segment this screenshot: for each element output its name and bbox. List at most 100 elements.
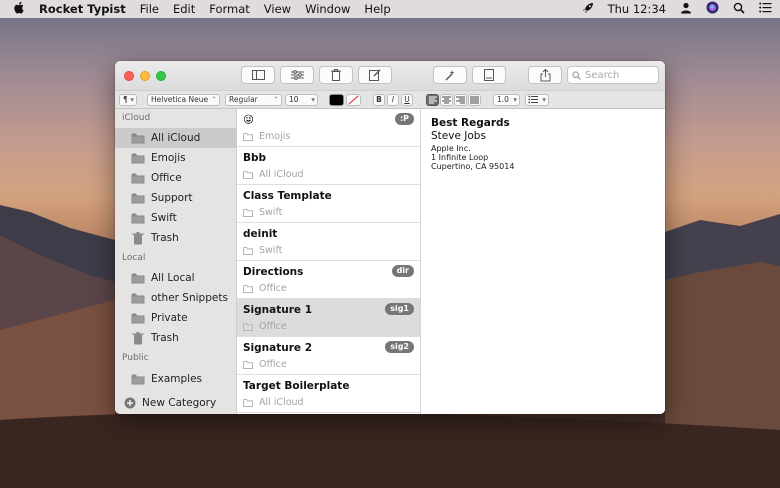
folder-icon	[243, 398, 253, 407]
snippet-folder: All iCloud	[243, 169, 304, 180]
snippet-folder-label: Office	[259, 321, 287, 332]
snippet-row[interactable]: Class Template Swift	[237, 185, 420, 223]
app-menu[interactable]: Rocket Typist	[32, 2, 133, 16]
menu-view[interactable]: View	[257, 2, 298, 16]
folder-icon	[131, 374, 145, 385]
snippet-row[interactable]: deinit Swift	[237, 223, 420, 261]
sidebar-item-label: other Snippets	[151, 292, 228, 304]
bold-button[interactable]: B	[373, 94, 385, 106]
magic-wand-button[interactable]	[433, 66, 467, 84]
notification-center-icon[interactable]	[759, 2, 772, 16]
new-snippet-button[interactable]	[358, 66, 392, 84]
zoom-button[interactable]	[156, 71, 166, 81]
sidebar-item-0-4[interactable]: Swift	[115, 208, 237, 228]
search-field[interactable]: Search	[567, 66, 659, 84]
snippet-row[interactable]: Signature 1 Office sig1	[237, 299, 420, 337]
user-icon[interactable]	[680, 2, 692, 17]
font-size-field[interactable]: 10 ▾	[285, 94, 318, 106]
font-family-popup[interactable]: Helvetica Neue ⌃	[147, 94, 220, 106]
align-center-button[interactable]	[440, 94, 453, 106]
share-button[interactable]	[528, 66, 562, 84]
signature-city: Cupertino, CA 95014	[431, 162, 515, 171]
snippet-row[interactable]: Bbb All iCloud	[237, 147, 420, 185]
sidebar-item-label: All iCloud	[151, 132, 201, 144]
menu-help[interactable]: Help	[357, 2, 397, 16]
sidebar-item-0-3[interactable]: Support	[115, 188, 237, 208]
sidebar-item-2-0[interactable]: Examples	[115, 369, 237, 389]
trash-icon	[331, 69, 341, 81]
align-center-icon	[442, 96, 451, 104]
snippet-row[interactable]: Target Boilerplate All iCloud	[237, 375, 420, 413]
spotlight-search-icon[interactable]	[733, 2, 745, 17]
folder-icon	[243, 360, 253, 369]
abbreviation-badge: :P	[394, 113, 414, 125]
menu-file[interactable]: File	[133, 2, 166, 16]
text-color-well[interactable]	[329, 94, 344, 106]
close-button[interactable]	[124, 71, 134, 81]
snippet-folder-label: All iCloud	[259, 169, 304, 180]
menu-window[interactable]: Window	[298, 2, 357, 16]
snippet-folder: Emojis	[243, 131, 290, 142]
minimize-button[interactable]	[140, 71, 150, 81]
snippet-row[interactable]: Signature 2 Office sig2	[237, 337, 420, 375]
align-right-icon	[456, 96, 465, 104]
background-color-well[interactable]	[346, 94, 361, 106]
rocket-icon[interactable]	[582, 2, 594, 17]
sidebar-item-label: Swift	[151, 212, 177, 224]
align-left-icon	[429, 96, 437, 104]
align-left-button[interactable]	[426, 94, 439, 106]
sidebar-item-1-0[interactable]: All Local	[115, 268, 237, 288]
sidebar-item-label: Office	[151, 172, 182, 184]
sidebar-item-0-2[interactable]: Office	[115, 168, 237, 188]
trash-icon	[131, 331, 145, 345]
snippet-row[interactable]: Directions Office dir	[237, 261, 420, 299]
list-style-popup[interactable]: ▾	[525, 94, 549, 106]
snippet-row[interactable]: 😜 Emojis :P	[237, 109, 420, 147]
settings-button[interactable]	[280, 66, 314, 84]
italic-button[interactable]: I	[387, 94, 399, 106]
siri-icon[interactable]	[706, 1, 719, 17]
sidebar-item-1-1[interactable]: other Snippets	[115, 288, 237, 308]
sidebar-item-0-5[interactable]: Trash	[115, 228, 237, 248]
align-right-button[interactable]	[454, 94, 467, 106]
justify-button[interactable]	[468, 94, 481, 106]
signature-heading: Best Regards	[431, 117, 510, 129]
folder-icon	[243, 132, 253, 141]
folder-icon	[243, 322, 253, 331]
font-style-popup[interactable]: Regular ⌃	[225, 94, 282, 106]
new-category-label: New Category	[142, 397, 217, 409]
sidebar-item-1-3[interactable]: Trash	[115, 328, 237, 348]
sidebar-item-0-0[interactable]: All iCloud	[115, 128, 237, 148]
new-category-button[interactable]: New Category	[115, 393, 237, 413]
sidebar-item-1-2[interactable]: Private	[115, 308, 237, 328]
paragraph-style-popup[interactable]: ¶ ▾	[119, 94, 137, 106]
snippet-folder-label: Swift	[259, 207, 283, 218]
snippet-title: 😜	[243, 114, 254, 126]
signature-name: Steve Jobs	[431, 130, 486, 142]
category-sidebar: iCloud All iCloud Emojis Office Support Swift…	[115, 109, 237, 414]
apple-menu-icon[interactable]	[0, 1, 32, 17]
delete-button[interactable]	[319, 66, 353, 84]
sidebar-section-1: Local	[122, 253, 146, 263]
toggle-sidebar-button[interactable]	[241, 66, 275, 84]
document-icon	[484, 69, 494, 81]
snippet-folder-label: Office	[259, 283, 287, 294]
snippet-editor[interactable]: Best Regards Steve Jobs Apple Inc. 1 Inf…	[421, 109, 665, 414]
preview-button[interactable]	[472, 66, 506, 84]
sidebar-item-label: Trash	[151, 232, 179, 244]
snippet-folder: Office	[243, 321, 287, 332]
menubar-clock[interactable]: Thu 12:34	[608, 2, 666, 16]
abbreviation-badge: sig1	[385, 303, 414, 315]
menu-edit[interactable]: Edit	[166, 2, 202, 16]
trash-icon	[131, 231, 145, 245]
no-color-icon	[348, 95, 359, 105]
sidebar-item-0-1[interactable]: Emojis	[115, 148, 237, 168]
signature-company: Apple Inc.	[431, 144, 471, 153]
sidebar-item-label: Support	[151, 192, 193, 204]
snippet-list: 😜 Emojis :P Bbb All iCloud Class Template Swif…	[237, 109, 421, 414]
menu-format[interactable]: Format	[202, 2, 257, 16]
line-spacing-popup[interactable]: 1.0 ▾	[493, 94, 520, 106]
snippet-folder-label: Office	[259, 359, 287, 370]
search-placeholder: Search	[585, 69, 620, 81]
underline-button[interactable]: U	[401, 94, 413, 106]
